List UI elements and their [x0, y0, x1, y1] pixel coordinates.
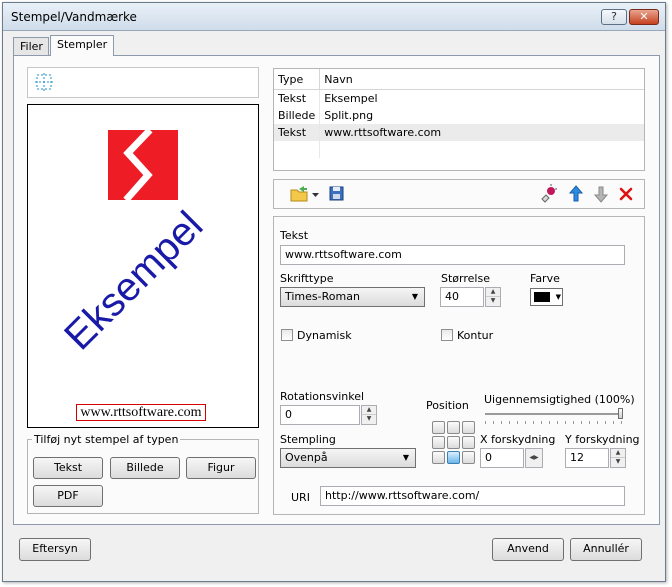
stamp-list-header: Type Navn [274, 69, 644, 90]
row-type: Billede [274, 107, 321, 124]
dynamic-label: Dynamisk [297, 329, 352, 342]
chevron-down-icon[interactable]: ▼ [398, 450, 414, 466]
y-offset-spinner[interactable]: ▲ ▼ [610, 448, 626, 468]
opacity-slider-track [485, 413, 623, 415]
add-shape-stamp-button[interactable]: Figur [186, 457, 256, 479]
table-row[interactable]: Tekst Eksempel [274, 89, 644, 107]
move-up-icon[interactable] [568, 185, 584, 203]
stempler-tab-panel: Eksempel www.rttsoftware.com Tilføj nyt … [13, 55, 660, 525]
outline-checkbox[interactable] [441, 329, 453, 341]
x-offset-input[interactable]: 0 [480, 448, 524, 468]
tab-stempler[interactable]: Stempler [50, 35, 114, 56]
position-middle-left[interactable] [432, 436, 445, 449]
preview-button[interactable]: Eftersyn [19, 538, 91, 561]
text-label: Tekst [280, 229, 309, 242]
stamp-list[interactable]: Type Navn Tekst Eksempel Billede Split.p… [273, 68, 645, 171]
dialog-window: Stempel/Vandmærke ? ✕ Filer Stempler Eks… [2, 2, 666, 582]
row-type: Tekst [274, 89, 321, 107]
stamp-text-input[interactable]: www.rttsoftware.com [280, 245, 625, 265]
opacity-label: Uigennemsigtighed (100%) [484, 393, 635, 406]
x-offset-label: X forskydning [480, 433, 556, 446]
stamp-properties-panel: Tekst www.rttsoftware.com Skrifttype Tim… [273, 216, 645, 515]
apply-button[interactable]: Anvend [492, 538, 564, 561]
preview-toolbar [27, 67, 259, 98]
chevron-down-icon[interactable]: ▼ [407, 289, 423, 305]
rotation-input[interactable]: 0 [280, 405, 360, 425]
table-row[interactable]: Billede Split.png [274, 107, 644, 124]
table-row[interactable]: Tekst www.rttsoftware.com [274, 124, 644, 141]
add-pdf-stamp-button[interactable]: PDF [33, 485, 103, 507]
position-bottom-left[interactable] [432, 451, 445, 464]
position-top-right[interactable] [462, 421, 475, 434]
tab-filer[interactable]: Filer [13, 37, 49, 55]
stamp-list-table: Type Navn Tekst Eksempel Billede Split.p… [274, 69, 644, 158]
uri-input[interactable]: http://www.rttsoftware.com/ [320, 486, 625, 506]
position-center[interactable] [447, 436, 460, 449]
preview-canvas: Eksempel [56, 127, 211, 358]
font-size-spinner[interactable]: ▲ ▼ [485, 287, 501, 307]
x-offset-spinner[interactable]: ◀▶ [525, 448, 543, 468]
delete-icon[interactable] [619, 187, 633, 201]
size-label: Størrelse [441, 272, 490, 285]
column-header-name[interactable]: Navn [319, 69, 644, 90]
color-label: Farve [530, 272, 560, 285]
table-row-empty [274, 141, 644, 158]
add-text-stamp-button[interactable]: Tekst [33, 457, 103, 479]
position-middle-right[interactable] [462, 436, 475, 449]
color-picker[interactable]: ▼ [530, 288, 563, 306]
window-title: Stempel/Vandmærke [11, 10, 137, 24]
stamping-label: Stempling [280, 433, 336, 446]
stamp-preview[interactable]: Eksempel www.rttsoftware.com [27, 104, 259, 428]
add-stamp-group-label: Tilføj nyt stempel af typen [32, 433, 181, 446]
help-button[interactable]: ? [601, 9, 627, 25]
position-bottom-right[interactable] [462, 451, 475, 464]
outline-label: Kontur [457, 329, 494, 342]
chevron-down-icon[interactable] [312, 191, 320, 199]
title-bar[interactable]: Stempel/Vandmærke ? ✕ [3, 3, 665, 31]
position-label: Position [426, 399, 469, 412]
y-offset-label: Y forskydning [565, 433, 640, 446]
add-image-stamp-button[interactable]: Billede [110, 457, 180, 479]
position-grid [432, 421, 478, 467]
y-offset-input[interactable]: 12 [565, 448, 609, 468]
uri-label: URI [291, 491, 310, 504]
preview-url-stamp[interactable]: www.rttsoftware.com [76, 404, 206, 421]
cancel-button[interactable]: Annullér [570, 538, 642, 561]
chevron-down-icon[interactable]: ▼ [556, 289, 561, 305]
preview-stamp-text: Eksempel [56, 203, 211, 358]
move-down-icon[interactable] [593, 185, 609, 203]
opacity-slider-thumb[interactable] [618, 408, 623, 419]
split-logo-image [108, 127, 178, 203]
row-name: Split.png [324, 109, 374, 122]
rotation-spinner[interactable]: ▲ ▼ [361, 405, 377, 425]
opacity-slider[interactable] [485, 408, 623, 424]
save-icon[interactable] [329, 186, 345, 202]
select-area-icon[interactable] [35, 73, 55, 93]
stamping-select[interactable]: Ovenpå ▼ [280, 448, 416, 468]
dynamic-checkbox[interactable] [281, 329, 293, 341]
close-button[interactable]: ✕ [629, 9, 659, 25]
open-folder-icon[interactable] [290, 185, 310, 203]
font-select-value: Times-Roman [285, 290, 360, 303]
row-name: www.rttsoftware.com [319, 124, 644, 141]
font-select[interactable]: Times-Roman ▼ [280, 287, 425, 307]
opacity-slider-ticks [485, 421, 623, 424]
column-header-type[interactable]: Type [274, 69, 321, 90]
stamping-select-value: Ovenpå [285, 451, 328, 464]
edit-stamp-icon[interactable] [539, 184, 559, 204]
row-type: Tekst [274, 124, 321, 141]
stamp-toolbar [273, 179, 645, 209]
position-top-center[interactable] [447, 421, 460, 434]
position-bottom-center[interactable] [447, 451, 460, 464]
font-label: Skrifttype [280, 272, 334, 285]
row-name: Eksempel [324, 92, 378, 105]
position-top-left[interactable] [432, 421, 445, 434]
color-swatch [534, 292, 550, 302]
add-stamp-group: Tilføj nyt stempel af typen Tekst Billed… [27, 433, 259, 514]
rotation-label: Rotationsvinkel [280, 390, 365, 403]
font-size-input[interactable]: 40 [440, 287, 484, 307]
